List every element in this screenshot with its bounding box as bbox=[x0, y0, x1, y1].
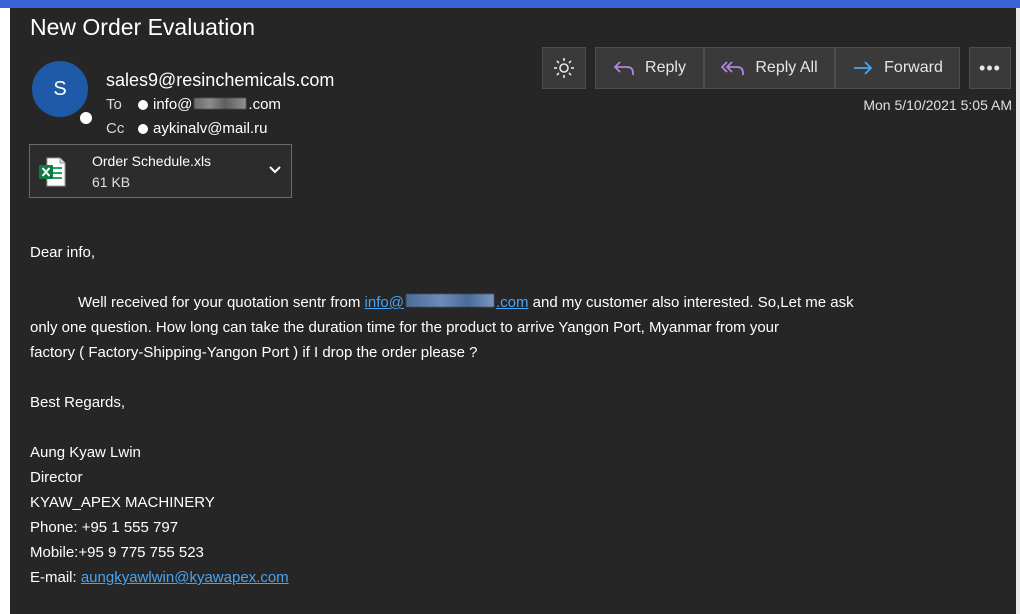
body-line-3: factory ( Factory-Shipping-Yangon Port )… bbox=[30, 344, 478, 361]
greeting: Dear info, bbox=[30, 244, 96, 261]
attachment-size: 61 KB bbox=[92, 174, 131, 190]
window-accent-bar bbox=[0, 0, 1020, 8]
attachment-card[interactable]: Order Schedule.xls 61 KB bbox=[29, 144, 292, 198]
to-address-prefix: info@ bbox=[153, 96, 193, 113]
forward-label: Forward bbox=[884, 59, 943, 76]
more-actions-button[interactable]: ••• bbox=[969, 47, 1011, 89]
left-margin bbox=[0, 8, 10, 614]
reply-all-button[interactable]: Reply All bbox=[704, 47, 835, 89]
reply-button[interactable]: Reply bbox=[595, 47, 704, 89]
sun-icon bbox=[554, 58, 574, 78]
signature-title: Director bbox=[30, 469, 83, 486]
body-line-2: only one question. How long can take the… bbox=[30, 319, 780, 336]
reading-pane: New Order Evaluation S sales9@resinchemi… bbox=[10, 8, 1016, 614]
signature-company: KYAW_APEX MACHINERY bbox=[30, 494, 215, 511]
presence-indicator bbox=[78, 110, 94, 126]
link-suffix: .com bbox=[495, 294, 529, 311]
sender-address[interactable]: sales9@resinchemicals.com bbox=[106, 70, 334, 91]
redacted-domain bbox=[405, 294, 494, 307]
email-subject: New Order Evaluation bbox=[30, 14, 255, 40]
reply-all-label: Reply All bbox=[755, 59, 818, 76]
signature-email-link[interactable]: aungkyawlwin@kyawapex.com bbox=[81, 569, 289, 586]
forward-arrow-icon bbox=[854, 61, 873, 75]
closing: Best Regards, bbox=[30, 394, 126, 411]
received-date: Mon 5/10/2021 5:05 AM bbox=[863, 97, 1012, 113]
to-line: To info@ .com bbox=[106, 96, 281, 113]
body-line-1: Well received for your quotation sentr f… bbox=[78, 290, 854, 315]
excel-file-icon bbox=[39, 157, 66, 187]
recipient-status-dot bbox=[138, 123, 148, 134]
reply-arrow-icon bbox=[613, 61, 634, 75]
signature-email-line: E-mail: aungkyawlwin@kyawapex.com bbox=[30, 565, 289, 590]
link-prefix: info@ bbox=[364, 294, 404, 311]
cc-label: Cc bbox=[106, 120, 125, 137]
body-line-1-prefix: Well received for your quotation sentr f… bbox=[78, 294, 365, 311]
sender-avatar[interactable]: S bbox=[32, 61, 88, 117]
signature-email-label: E-mail: bbox=[30, 569, 81, 586]
chevron-down-icon[interactable] bbox=[266, 161, 284, 179]
reply-label: Reply bbox=[645, 59, 686, 76]
cc-line: Cc aykinalv@mail.ru bbox=[106, 120, 267, 137]
reply-all-arrow-icon bbox=[721, 61, 745, 75]
signature-phone: Phone: +95 1 555 797 bbox=[30, 519, 179, 536]
to-address-suffix: .com bbox=[248, 96, 281, 113]
body-email-link[interactable]: info@ .com bbox=[364, 294, 529, 311]
to-label: To bbox=[106, 96, 122, 113]
recipient-status-dot bbox=[138, 99, 148, 110]
attachment-name: Order Schedule.xls bbox=[92, 153, 212, 169]
body-line-1-suffix: and my customer also interested. So,Let … bbox=[528, 294, 854, 311]
forward-button[interactable]: Forward bbox=[835, 47, 960, 89]
signature-mobile: Mobile:+95 9 775 755 523 bbox=[30, 544, 204, 561]
right-scrollbar-gutter bbox=[1016, 8, 1020, 614]
signature-name: Aung Kyaw Lwin bbox=[30, 444, 141, 461]
redacted-domain bbox=[194, 98, 247, 109]
to-recipient[interactable]: info@ .com bbox=[153, 96, 281, 113]
theme-toggle-button[interactable] bbox=[542, 47, 586, 89]
cc-recipient[interactable]: aykinalv@mail.ru bbox=[153, 120, 267, 137]
